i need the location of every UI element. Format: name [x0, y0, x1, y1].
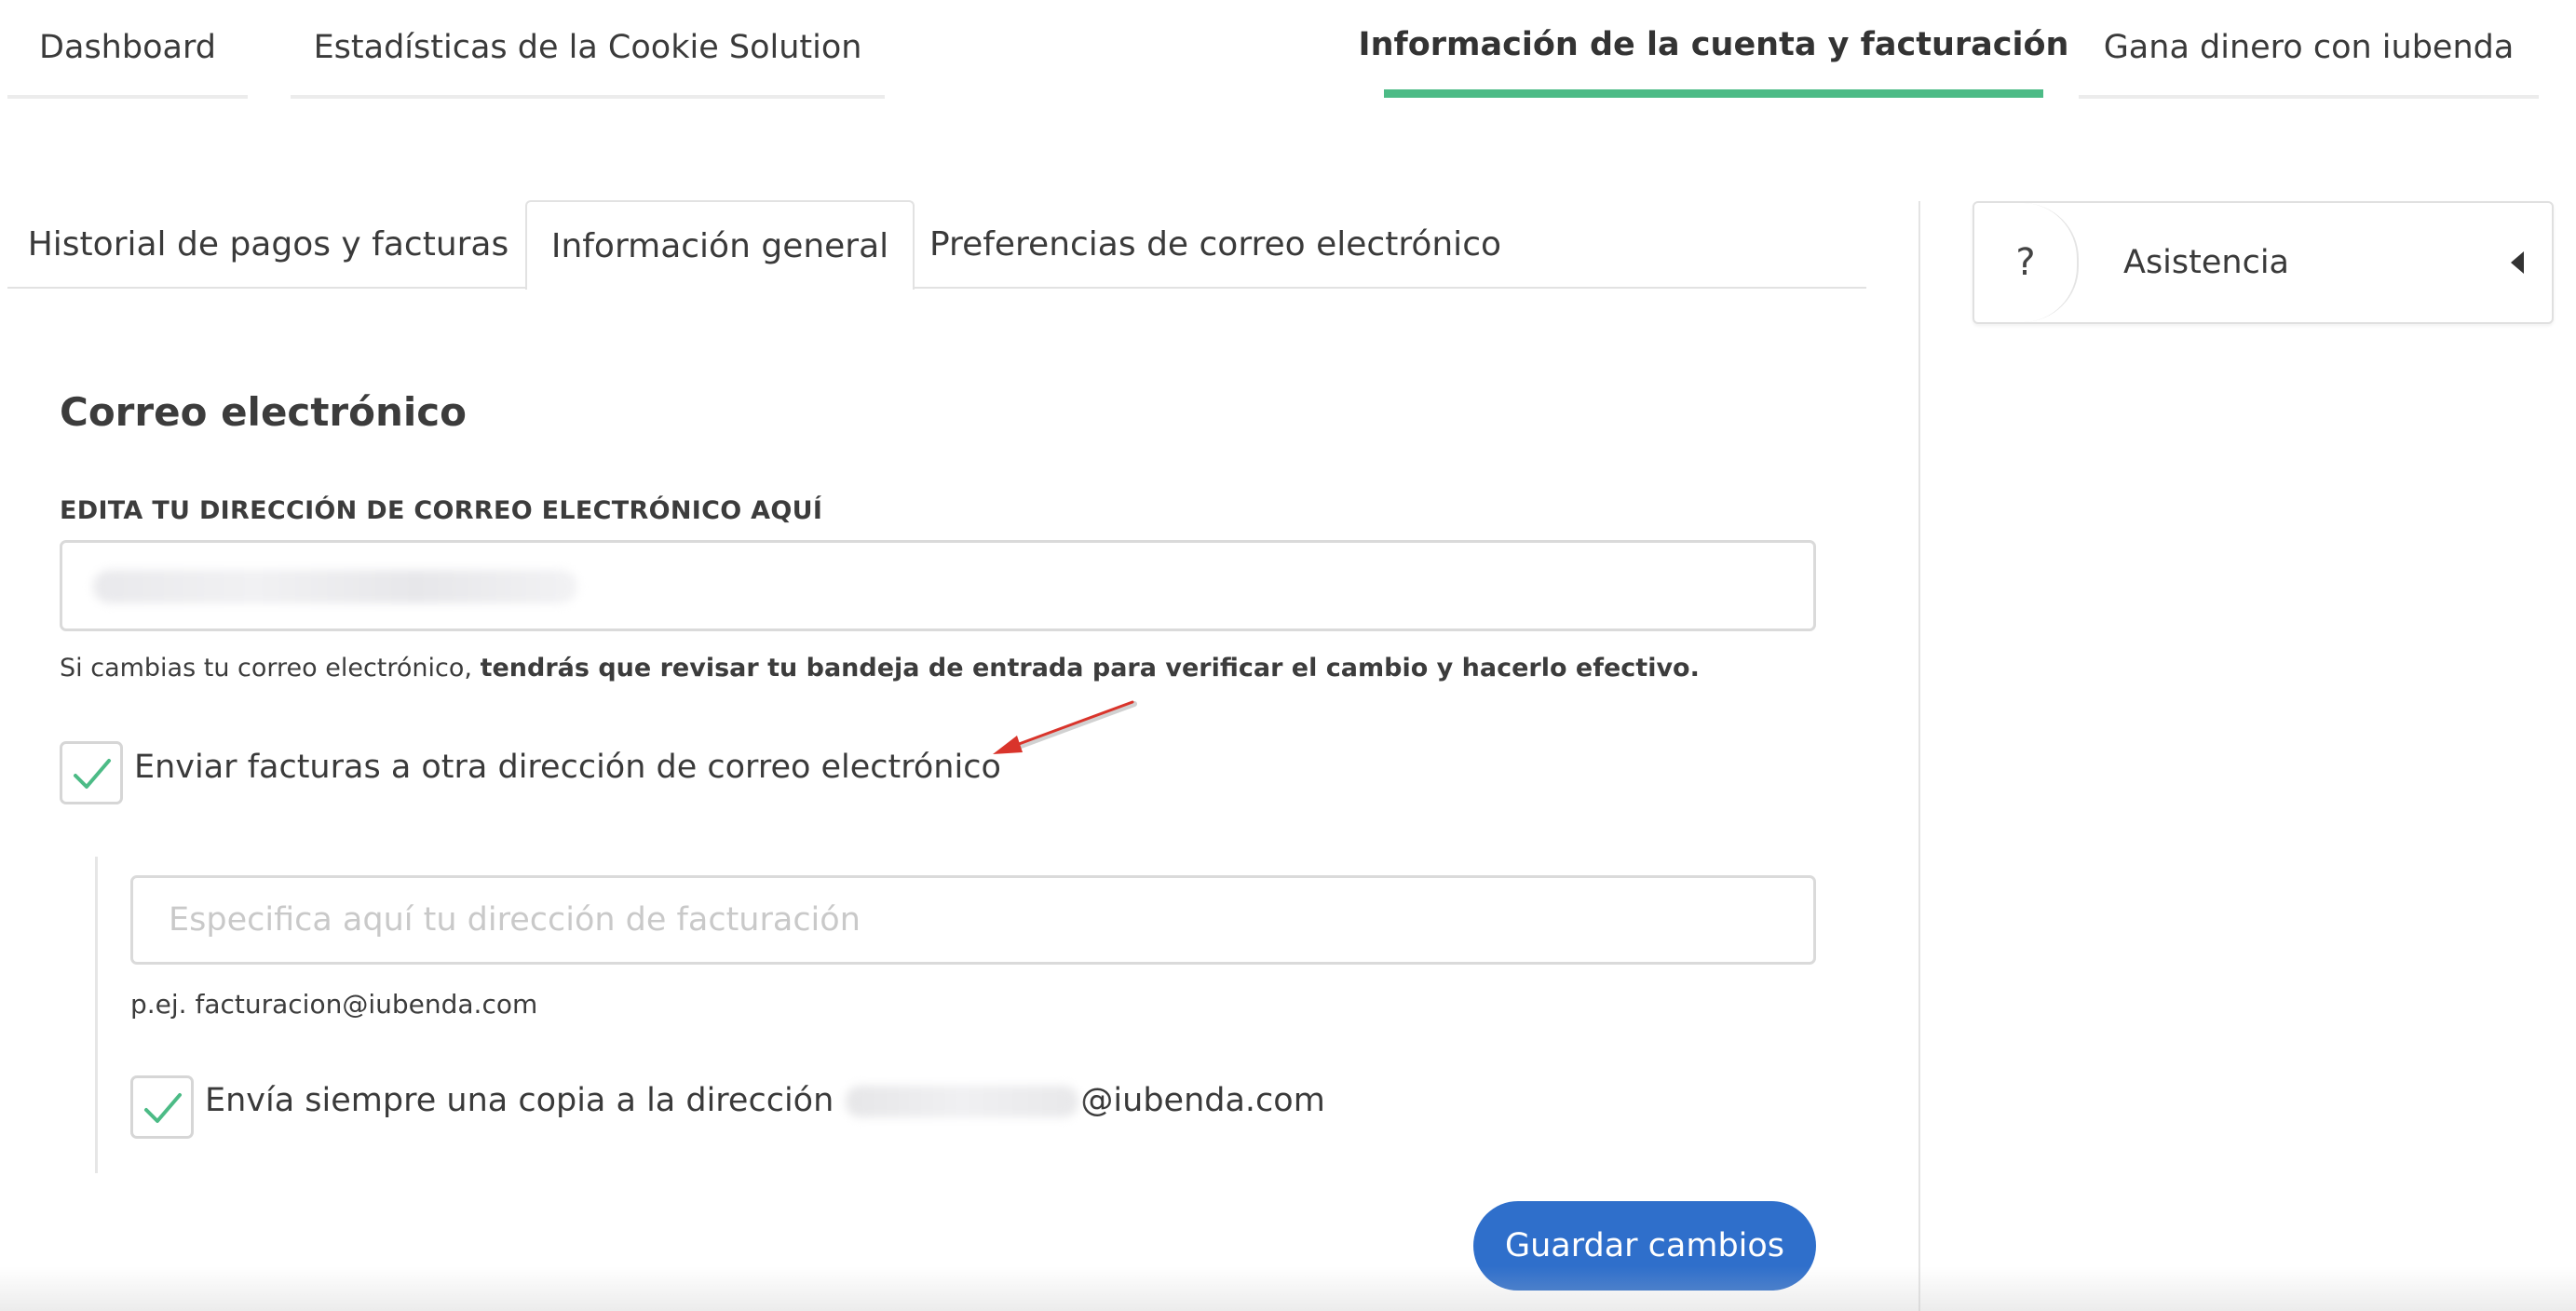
- billing-email-checkbox[interactable]: [60, 741, 123, 804]
- caret-left-icon[interactable]: [2509, 250, 2524, 276]
- account-settings-page: Dashboard Estadísticas de la Cookie Solu…: [0, 0, 2576, 1311]
- blurred-email-value: [93, 570, 577, 603]
- tab-earn-money[interactable]: Gana dinero con iubenda: [2079, 0, 2539, 99]
- top-navigation: Dashboard Estadísticas de la Cookie Solu…: [0, 0, 2576, 102]
- save-changes-button[interactable]: Guardar cambios: [1473, 1201, 1816, 1291]
- tab-cookie-solution-stats[interactable]: Estadísticas de la Cookie Solution: [291, 0, 885, 99]
- email-helper-text: Si cambias tu correo electrónico, tendrá…: [60, 654, 1700, 683]
- billing-example-text: p.ej. facturacion@iubenda.com: [130, 989, 538, 1020]
- question-icon: ?: [2015, 241, 2036, 284]
- nested-indent-line: [95, 857, 98, 1173]
- copy-label-prefix: Envía siempre una copia a la dirección: [205, 1082, 834, 1119]
- billing-email-input[interactable]: [130, 875, 1816, 965]
- subtab-general-info[interactable]: Información general: [525, 200, 915, 290]
- support-title: Asistencia: [2123, 244, 2289, 281]
- tab-account-billing[interactable]: Información de la cuenta y facturación: [1359, 0, 2068, 98]
- subtab-payment-history[interactable]: Historial de pagos y facturas: [7, 200, 529, 289]
- sidebar-divider: [1918, 201, 1920, 1311]
- section-title: Correo electrónico: [60, 389, 468, 435]
- copy-email-checkbox-label[interactable]: Envía siempre una copia a la dirección @…: [205, 1082, 1325, 1119]
- email-field-label: EDITA TU DIRECCIÓN DE CORREO ELECTRÓNICO…: [60, 496, 823, 525]
- copy-label-suffix: @iubenda.com: [1080, 1082, 1325, 1119]
- subtab-email-preferences[interactable]: Preferencias de correo electrónico: [915, 200, 1516, 289]
- checkmark-icon: [144, 1093, 182, 1123]
- checkmark-icon: [74, 759, 111, 789]
- question-icon-wrap: ?: [1974, 203, 2079, 322]
- sub-tabs: Historial de pagos y facturas Informació…: [7, 200, 1866, 290]
- annotation-arrow-icon: [993, 700, 1137, 754]
- bottom-shade: [0, 1266, 2576, 1311]
- billing-email-checkbox-label[interactable]: Enviar facturas a otra dirección de corr…: [134, 749, 1001, 786]
- helper-bold: tendrás que revisar tu bandeja de entrad…: [480, 654, 1700, 683]
- helper-prefix: Si cambias tu correo electrónico,: [60, 654, 472, 683]
- tab-dashboard[interactable]: Dashboard: [7, 0, 248, 99]
- copy-email-checkbox[interactable]: [130, 1075, 194, 1139]
- blurred-email-user: [846, 1086, 1079, 1117]
- support-panel[interactable]: ? Asistencia: [1973, 201, 2554, 324]
